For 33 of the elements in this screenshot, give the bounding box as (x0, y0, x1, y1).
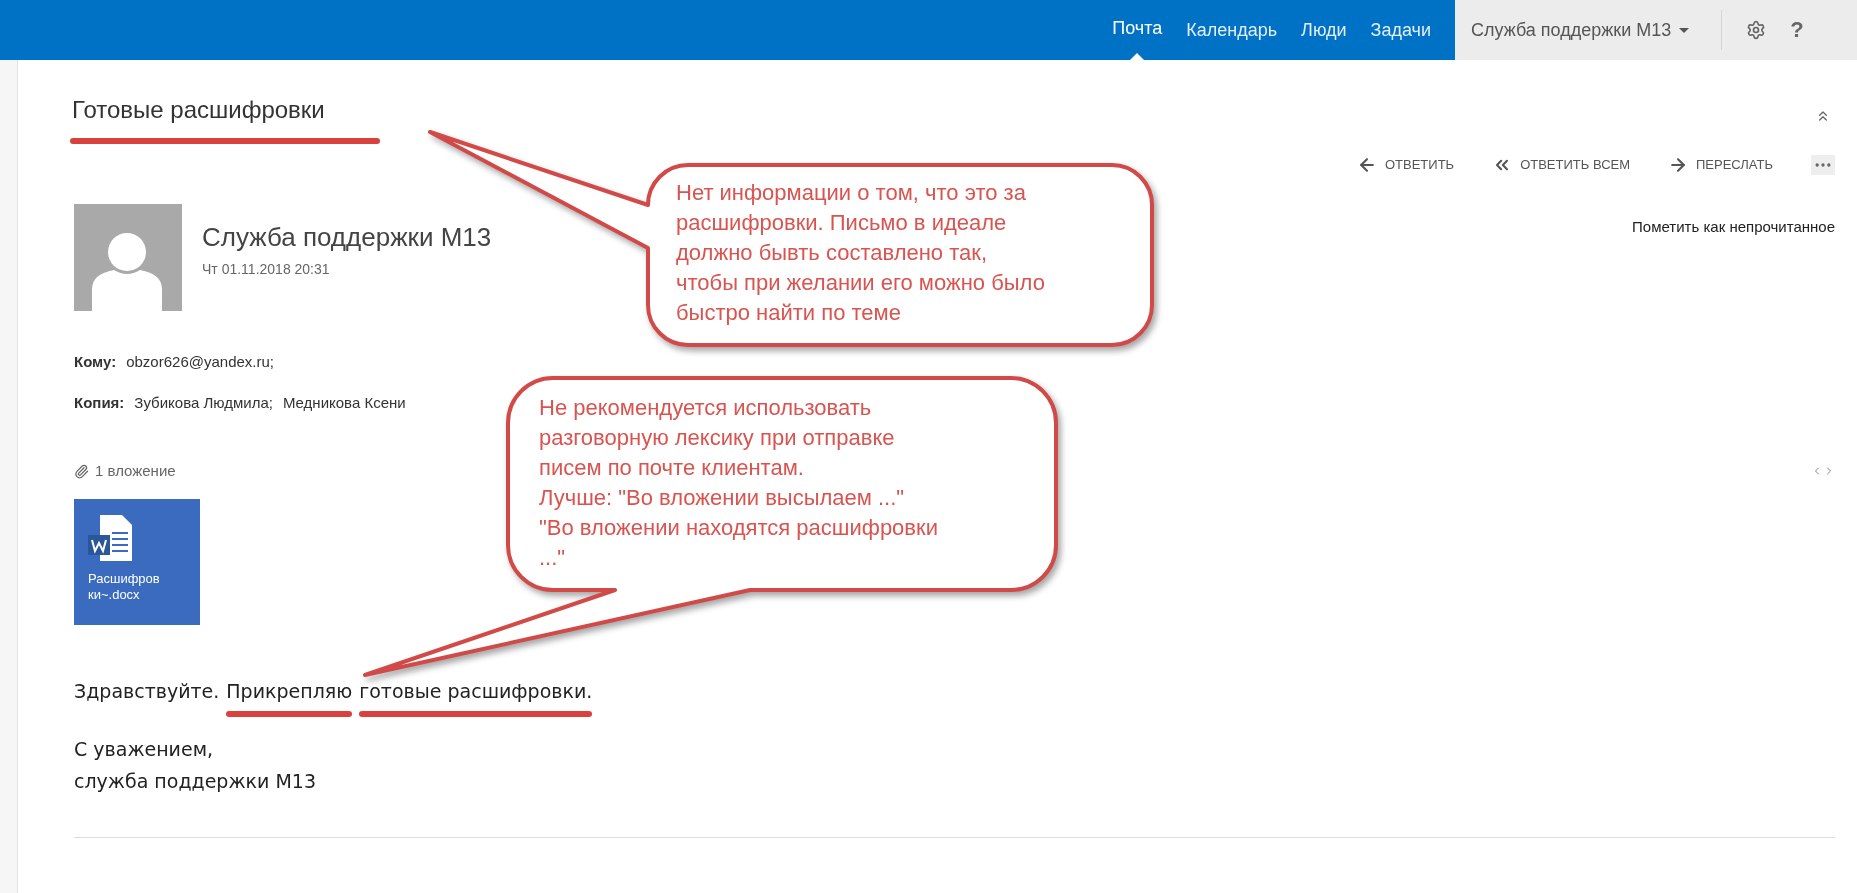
avatar-icon (74, 204, 182, 311)
signature-text: служба поддержки М13 (74, 769, 317, 794)
greeting-text: Здравствуйте. (74, 678, 220, 704)
callout-text: Нет информации о том, что это за расшифровки. Письмо в идеале должно бывть составлено так, чтобы при желании его можно было быстро найти по теме (676, 179, 1045, 327)
word-document-icon (88, 512, 134, 563)
attachment-tile[interactable]: Расшифровки~.docx (74, 498, 200, 625)
greeting-text: готовые расшифровки. (359, 678, 593, 704)
attachment-name: Расшифровки~.docx (88, 570, 161, 603)
forward-arrow-icon (1668, 155, 1688, 175)
message-date: Чт 01.11.2018 20:31 (202, 260, 331, 279)
greeting-text: Прикрепляю (226, 678, 353, 704)
signature-text: С уважением, (74, 737, 215, 762)
recipient[interactable]: Медникова Ксени (282, 391, 406, 414)
recipient[interactable]: obzor626@yandex.ru; (126, 351, 274, 374)
more-icon[interactable] (1811, 155, 1835, 175)
message-action[interactable]: ОТВЕТИТЬ (1356, 155, 1455, 175)
nav-tab[interactable]: Задачи (1370, 0, 1431, 60)
attachment-count: 1 вложение (95, 461, 176, 481)
message-subject: Готовые расшифровки (72, 95, 326, 125)
to-label: Кому: (74, 352, 117, 372)
account-menu[interactable]: Служба поддержки М13 (1455, 0, 1706, 60)
message-action[interactable]: ОТВЕТИТЬ ВСЕМ (1492, 155, 1630, 175)
nav-tab[interactable]: Люди (1301, 0, 1347, 60)
callout-text: Не рекомендуется использовать разговорную лексику при отправке писем по почте клиентам. Лучше: "Во вложении высылаем ..." "Во вложении находятся расшифровки ..." (539, 394, 938, 572)
mark-unread-link[interactable]: Пометить как непрочитанное (1632, 216, 1835, 238)
recipient[interactable]: Зубикова Людмила; (134, 391, 273, 414)
nav-tab[interactable]: Почта (1112, 0, 1163, 60)
cc-label: Копия: (74, 392, 125, 413)
settings-icon[interactable] (1746, 20, 1767, 40)
sender-name: Служба поддержки М13 (202, 221, 492, 254)
nav-tab[interactable]: Календарь (1186, 0, 1278, 60)
paperclip-icon (74, 463, 89, 479)
message-action[interactable]: ПЕРЕСЛАТЬ (1668, 155, 1773, 175)
